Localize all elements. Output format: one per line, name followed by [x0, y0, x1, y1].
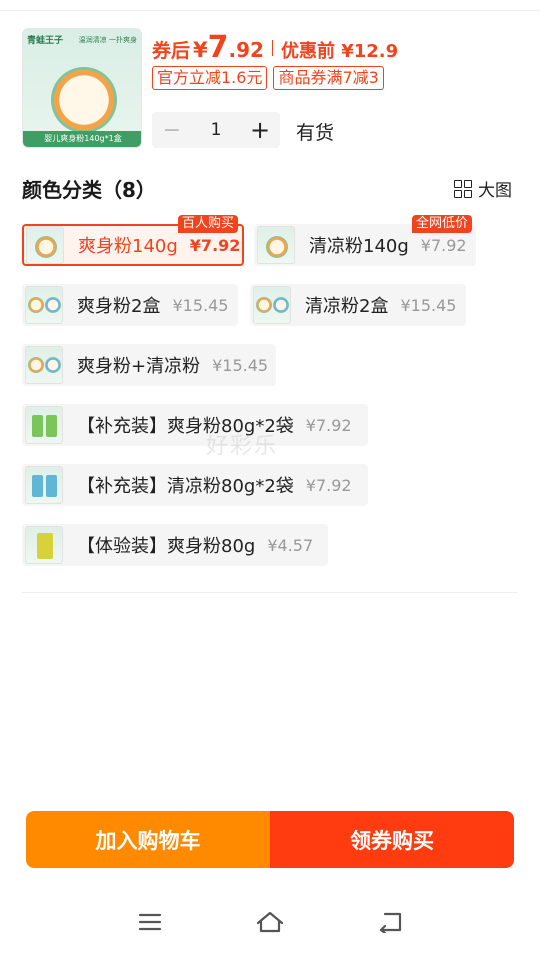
add-to-cart-button[interactable]: 加入购物车: [26, 811, 270, 868]
variant-thumbnail: [25, 526, 63, 564]
thumb-tag: 温润清凉 一扑爽身: [78, 36, 137, 44]
thumb-brand: 青蛙王子: [27, 36, 64, 46]
variant-price: ¥15.45: [212, 355, 269, 375]
variant-option[interactable]: 【补充装】清凉粉80g*2袋 ¥7.92: [22, 464, 368, 506]
home-icon[interactable]: [250, 908, 290, 936]
variant-name: 清凉粉2盒: [305, 296, 389, 317]
price-decimal: .92: [228, 38, 264, 62]
buy-with-coupon-button[interactable]: 领券购买: [270, 811, 514, 868]
variant-price: ¥7.92: [420, 235, 467, 255]
product-jar-image: [51, 67, 117, 133]
coupon-store-voucher[interactable]: 商品券满7减3: [273, 66, 384, 90]
thumb-caption: 婴儿爽身粉140g*1盒: [23, 131, 141, 147]
variant-thumbnail: [253, 286, 291, 324]
variant-price: ¥7.92: [189, 235, 241, 255]
price-separator: [271, 39, 273, 56]
variant-name: 清凉粉140g: [309, 236, 409, 257]
variant-price: ¥7.92: [305, 415, 352, 435]
variant-name: 【体验装】爽身粉80g: [77, 536, 256, 557]
variant-badge: 全网低价: [412, 215, 473, 233]
back-icon[interactable]: [370, 908, 410, 936]
variant-thumbnail: [25, 346, 63, 384]
variant-thumbnail: [257, 226, 295, 264]
menu-icon[interactable]: [130, 908, 170, 936]
variant-option[interactable]: 【体验装】爽身粉80g ¥4.57: [22, 524, 328, 566]
variant-price: ¥7.92: [305, 475, 352, 495]
coupon-official-discount[interactable]: 官方立减1.6元: [152, 66, 268, 90]
variant-name: 爽身粉2盒: [77, 296, 161, 317]
large-view-toggle[interactable]: 大图: [454, 176, 512, 201]
variant-thumbnail: [25, 466, 63, 504]
variant-price: ¥15.45: [172, 295, 229, 315]
variant-thumbnail: [26, 226, 64, 264]
price-integer: 7: [207, 30, 229, 65]
product-thumbnail[interactable]: 青蛙王子 温润清凉 一扑爽身 婴儿爽身粉140g*1盒: [22, 28, 142, 148]
price-row: 券后 ¥ 7 .92 优惠前 ¥12.9: [152, 30, 398, 65]
variant-option[interactable]: 爽身粉2盒 ¥15.45: [22, 284, 238, 326]
watermark: 好彩乐: [206, 434, 279, 459]
original-price: 优惠前 ¥12.9: [280, 41, 399, 62]
variant-name: 【补充装】清凉粉80g*2袋: [77, 476, 294, 497]
variant-section-title: 颜色分类（8）: [22, 178, 156, 202]
variant-badge: 百人购买: [178, 215, 239, 233]
currency-symbol: ¥: [193, 38, 208, 62]
section-divider: [22, 592, 518, 593]
large-view-label: 大图: [478, 181, 512, 201]
variant-price: ¥4.57: [267, 535, 314, 555]
variant-option[interactable]: 【补充装】爽身粉80g*2袋 ¥7.92: [22, 404, 368, 446]
increase-button[interactable]: +: [240, 116, 280, 144]
system-nav-bar: [0, 896, 540, 946]
variant-name: 爽身粉140g: [78, 236, 178, 257]
variant-option[interactable]: 清凉粉2盒 ¥15.45: [250, 284, 466, 326]
quantity-stepper: − 1 +: [152, 112, 280, 148]
variant-option[interactable]: 爽身粉+清凉粉 ¥15.45: [22, 344, 276, 386]
after-coupon-label: 券后: [152, 40, 191, 62]
variant-thumbnail: [25, 406, 63, 444]
stock-status: 有货: [296, 122, 335, 144]
variant-thumbnail: [25, 286, 63, 324]
grid-icon: [454, 179, 472, 198]
variant-name: 爽身粉+清凉粉: [77, 356, 201, 377]
decrease-button[interactable]: −: [152, 118, 192, 143]
top-divider: [0, 10, 540, 11]
quantity-value[interactable]: 1: [192, 120, 240, 140]
coupon-row: 官方立减1.6元 商品券满7减3: [152, 66, 384, 90]
variant-price: ¥15.45: [400, 295, 457, 315]
